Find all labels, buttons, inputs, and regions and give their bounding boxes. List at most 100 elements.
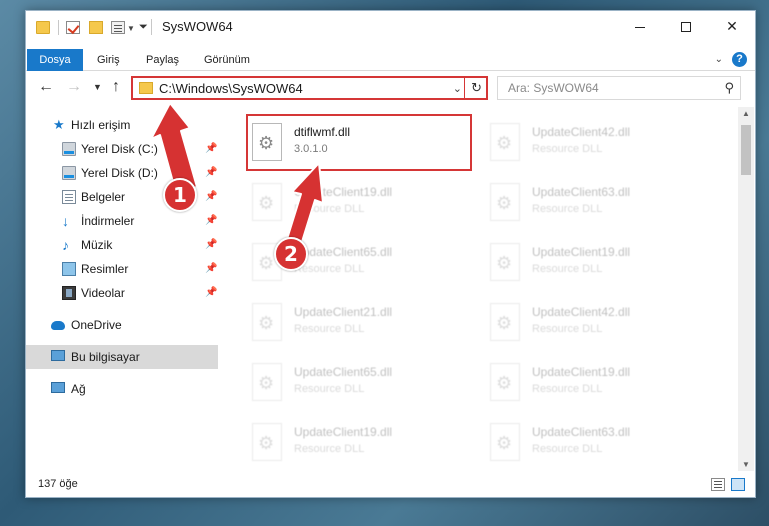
folder-icon bbox=[139, 82, 153, 94]
list-item[interactable]: UpdateClient19.dll Resource DLL bbox=[246, 415, 466, 467]
pin-icon[interactable]: 📌 bbox=[205, 233, 217, 257]
sidebar-item-network[interactable]: Ağ bbox=[26, 377, 218, 401]
details-view-icon[interactable] bbox=[711, 478, 725, 491]
recent-locations-button[interactable]: ▼ bbox=[93, 82, 102, 92]
back-button[interactable]: ← bbox=[38, 78, 54, 96]
chevron-down-icon[interactable]: ▼ bbox=[127, 24, 135, 33]
file-name: UpdateClient65.dll bbox=[294, 365, 393, 379]
sidebar-item-this-pc[interactable]: Bu bilgisayar bbox=[26, 345, 218, 369]
forward-button[interactable]: → bbox=[66, 78, 82, 96]
sidebar-item-label: Belgeler bbox=[81, 190, 126, 204]
file-type: Resource DLL bbox=[532, 443, 603, 455]
dll-file-icon bbox=[490, 243, 520, 281]
sidebar-item-local-disk-c[interactable]: Yerel Disk (C:) 📌 bbox=[26, 137, 218, 161]
sidebar-item-onedrive[interactable]: OneDrive bbox=[26, 313, 218, 337]
dll-file-icon bbox=[252, 423, 282, 461]
up-button[interactable]: ↑ bbox=[112, 78, 120, 96]
search-input[interactable]: Ara: SysWOW64 ⚲ bbox=[497, 76, 741, 100]
expand-ribbon-icon[interactable]: ⌄ bbox=[715, 54, 723, 65]
tab-view[interactable]: Görünüm bbox=[193, 49, 261, 71]
sidebar-item-videos[interactable]: Videolar 📌 bbox=[26, 281, 218, 305]
divider bbox=[58, 20, 59, 35]
file-type: Resource DLL bbox=[532, 263, 603, 275]
dll-file-icon bbox=[252, 363, 282, 401]
file-type: Resource DLL bbox=[294, 383, 365, 395]
close-button[interactable]: ✕ bbox=[709, 11, 755, 42]
customize-quick-access-icon[interactable]: ⏷ bbox=[139, 21, 148, 34]
file-name: UpdateClient19.dll bbox=[532, 365, 631, 379]
window-title: SysWOW64 bbox=[162, 19, 233, 34]
dll-file-icon bbox=[490, 363, 520, 401]
dll-file-icon bbox=[490, 123, 520, 161]
list-item[interactable]: UpdateClient65.dll Resource DLL bbox=[246, 355, 466, 407]
callout-badge-1: 1 bbox=[163, 178, 197, 212]
sidebar-item-label: Yerel Disk (D:) bbox=[81, 166, 158, 180]
list-item[interactable]: UpdateClient19.dll Resource DLL bbox=[484, 355, 704, 407]
pin-icon[interactable]: 📌 bbox=[205, 257, 217, 281]
new-folder-icon[interactable] bbox=[89, 21, 103, 34]
dll-file-icon bbox=[490, 423, 520, 461]
properties-check-icon[interactable] bbox=[66, 21, 80, 34]
scroll-up-icon[interactable]: ▲ bbox=[742, 109, 750, 118]
documents-icon bbox=[62, 190, 76, 204]
sidebar-item-label: Videolar bbox=[81, 286, 125, 300]
address-path[interactable]: C:\Windows\SysWOW64 bbox=[159, 81, 303, 96]
maximize-icon bbox=[681, 22, 691, 33]
sidebar-item-quick-access[interactable]: ★ Hızlı erişim bbox=[26, 113, 218, 137]
sidebar-item-label: Hızlı erişim bbox=[71, 118, 131, 132]
cloud-icon bbox=[51, 321, 65, 330]
sidebar-item-pictures[interactable]: Resimler 📌 bbox=[26, 257, 218, 281]
search-placeholder: Ara: SysWOW64 bbox=[508, 81, 599, 95]
large-icons-view-icon[interactable] bbox=[731, 478, 745, 491]
minimize-icon bbox=[635, 26, 645, 28]
tab-share[interactable]: Paylaş bbox=[135, 49, 190, 71]
sidebar-item-label: Bu bilgisayar bbox=[71, 350, 140, 364]
sidebar-item-downloads[interactable]: ↓ İndirmeler 📌 bbox=[26, 209, 218, 233]
pin-icon[interactable]: 📌 bbox=[205, 185, 217, 209]
navigation-bar: ← → ▼ ↑ C:\Windows\SysWOW64 ⌄ ↻ Ara: Sys… bbox=[26, 73, 755, 103]
file-type: Resource DLL bbox=[294, 323, 365, 335]
disk-icon bbox=[62, 166, 76, 180]
chevron-down-icon[interactable]: ⌄ bbox=[453, 82, 462, 95]
minimize-button[interactable] bbox=[617, 11, 663, 42]
pin-icon[interactable]: 📌 bbox=[205, 137, 217, 161]
sidebar-item-music[interactable]: ♪ Müzik 📌 bbox=[26, 233, 218, 257]
file-name: UpdateClient19.dll bbox=[294, 185, 393, 199]
help-icon[interactable]: ? bbox=[732, 52, 747, 67]
scroll-down-icon[interactable]: ▼ bbox=[742, 460, 750, 469]
search-icon[interactable]: ⚲ bbox=[724, 80, 734, 96]
list-item[interactable]: UpdateClient19.dll Resource DLL bbox=[484, 235, 704, 287]
list-item[interactable]: UpdateClient63.dll Resource DLL bbox=[484, 415, 704, 467]
refresh-icon[interactable]: ↻ bbox=[471, 80, 482, 96]
pin-icon[interactable]: 📌 bbox=[205, 209, 217, 233]
file-name: UpdateClient19.dll bbox=[294, 425, 393, 439]
file-type: Resource DLL bbox=[532, 203, 603, 215]
videos-icon bbox=[62, 286, 76, 300]
list-item[interactable]: UpdateClient21.dll Resource DLL bbox=[246, 295, 466, 347]
tab-home[interactable]: Giriş bbox=[86, 49, 131, 71]
file-name: UpdateClient42.dll bbox=[532, 305, 631, 319]
folder-icon[interactable] bbox=[36, 21, 50, 34]
dll-file-icon bbox=[252, 303, 282, 341]
pin-icon[interactable]: 📌 bbox=[205, 161, 217, 185]
star-icon: ★ bbox=[53, 117, 65, 132]
file-type: Resource DLL bbox=[532, 323, 603, 335]
divider bbox=[464, 78, 465, 98]
sidebar-item-label: OneDrive bbox=[71, 318, 122, 332]
dll-file-icon bbox=[490, 183, 520, 221]
list-item[interactable]: UpdateClient42.dll Resource DLL bbox=[484, 295, 704, 347]
tab-file[interactable]: Dosya bbox=[27, 49, 83, 71]
item-count: 137 öğe bbox=[38, 478, 78, 490]
list-item[interactable]: UpdateClient42.dll Resource DLL bbox=[484, 115, 704, 167]
pin-icon[interactable]: 📌 bbox=[205, 281, 217, 305]
scrollbar-thumb[interactable] bbox=[741, 125, 751, 175]
list-item[interactable]: UpdateClient63.dll Resource DLL bbox=[484, 175, 704, 227]
dll-file-icon bbox=[490, 303, 520, 341]
vertical-scrollbar[interactable]: ▲ ▼ bbox=[738, 107, 754, 471]
list-item[interactable]: UpdateClient19.dll Resource DLL bbox=[246, 175, 466, 227]
download-icon: ↓ bbox=[62, 213, 69, 229]
file-name: UpdateClient63.dll bbox=[532, 425, 631, 439]
maximize-button[interactable] bbox=[663, 11, 709, 42]
properties-icon[interactable] bbox=[111, 21, 125, 34]
address-bar[interactable]: C:\Windows\SysWOW64 ⌄ ↻ bbox=[131, 76, 488, 100]
